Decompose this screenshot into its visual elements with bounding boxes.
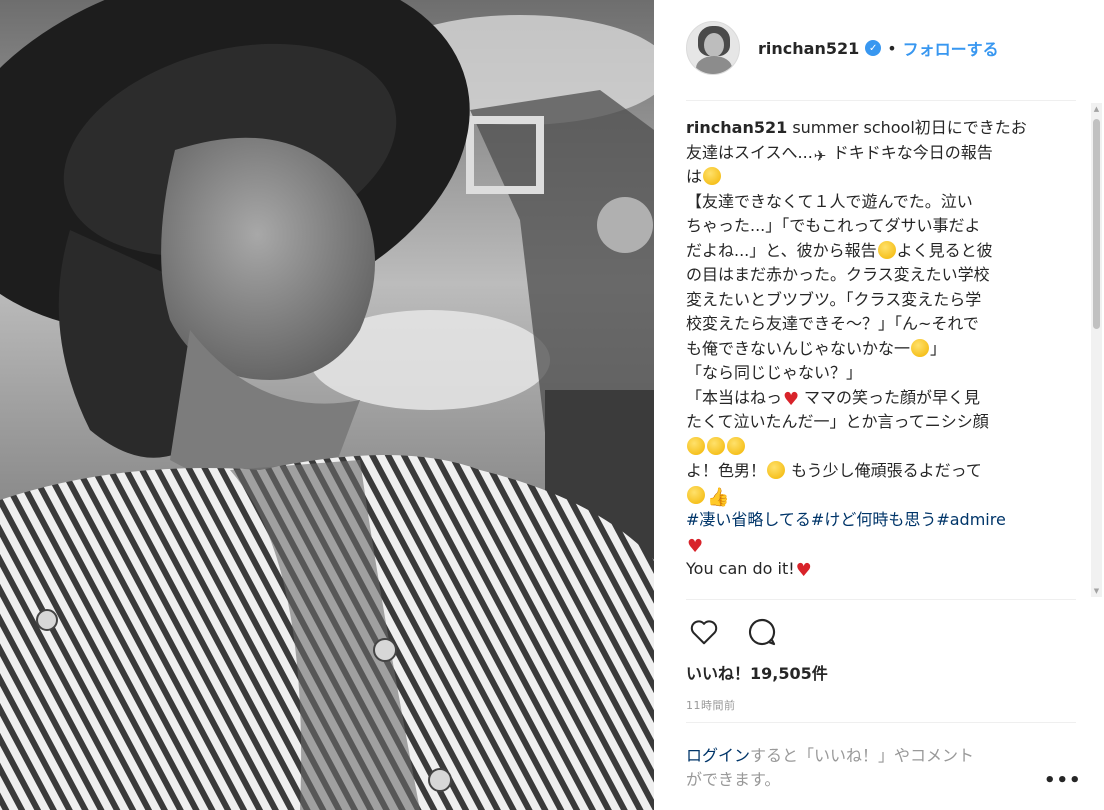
caption-line: よ！色男！	[686, 461, 767, 480]
login-prompt: ログインすると「いいね！」やコメント ができます。	[686, 744, 1036, 792]
login-link[interactable]: ログイン	[686, 746, 750, 765]
airplane-emoji-icon: ✈	[813, 146, 827, 165]
header-divider	[686, 100, 1076, 101]
like-button[interactable]	[686, 614, 722, 650]
laughing-emoji-icon	[767, 461, 786, 479]
scroll-thumb[interactable]	[1093, 119, 1100, 329]
caption-line: たくて泣いたんだ一」とか言ってニシシ顔	[686, 412, 989, 431]
laughing-emoji-icon	[911, 338, 930, 357]
caption-line: 「なら同じじゃない？」	[686, 363, 863, 382]
caption-line: ママの笑った顔が早く見	[804, 387, 981, 407]
thumbs-up-emoji-icon: 👍	[707, 486, 730, 508]
follow-button[interactable]: フォローする	[903, 36, 999, 60]
sunglasses-emoji-icon	[877, 240, 896, 259]
login-text: すると「いいね！」やコメント	[750, 746, 975, 765]
caption-line: 【友達できなくて１人で遊んでた。泣い	[686, 191, 973, 211]
caption-line: 友達はスイスへ...	[686, 142, 813, 162]
comment-button[interactable]	[744, 614, 780, 650]
scroll-up-arrow-icon[interactable]: ▲	[1091, 103, 1102, 115]
header-separator: •	[887, 38, 897, 58]
caption-line: もう少し俺頑張るよだって	[791, 461, 982, 480]
caption-line: だよね...」と、彼から報告	[686, 240, 877, 260]
action-bar	[686, 612, 780, 652]
heart-emoji-icon: ♥	[687, 535, 704, 557]
wink-emoji-icon	[687, 485, 705, 504]
caption-line: 校変えたら友達できそ～？」「ん~それで	[686, 314, 979, 333]
hashtags[interactable]: #凄い省略してる#けど何時も思う#admire	[686, 508, 1066, 533]
caption-line: summer school初日にできたお	[792, 118, 1027, 137]
heart-icon	[690, 620, 718, 645]
post-photo[interactable]	[0, 0, 654, 810]
flushed-emoji-icon	[687, 436, 705, 455]
photo-illustration	[0, 0, 654, 810]
post-panel: rinchan521 ✓ • フォローする rinchan521 summer …	[654, 0, 1104, 810]
caption-line: 変えたいとブツブツ。「クラス変えたら学	[686, 289, 982, 309]
caption: rinchan521 summer school初日にできたお 友達はスイスへ.…	[686, 116, 1066, 596]
scroll-down-arrow-icon[interactable]: ▼	[1091, 585, 1102, 597]
login-text: ができます。	[686, 770, 781, 789]
likes-label: いいね！	[686, 664, 751, 683]
caption-line: You can do it!	[686, 559, 795, 578]
caption-line: 」	[930, 338, 947, 358]
footer-divider	[686, 722, 1076, 723]
caption-line: よく見ると彼	[896, 240, 993, 260]
avatar[interactable]	[686, 21, 740, 75]
caption-line: の目はまだ赤かった。クラス変えたい学校	[686, 265, 990, 284]
likes-count[interactable]: いいね！19,505件	[686, 660, 828, 684]
heart-emoji-icon: ♥	[783, 388, 800, 410]
verified-badge-icon: ✓	[865, 40, 882, 56]
header-username[interactable]: rinchan521	[758, 39, 859, 58]
post-header: rinchan521 ✓ • フォローする	[686, 19, 1076, 77]
caption-divider	[686, 599, 1076, 600]
caption-line: も俺できないんじゃないかな一	[686, 338, 911, 358]
timestamp[interactable]: 11時間前	[686, 697, 736, 713]
likes-number: 19,505件	[750, 664, 828, 683]
caption-line: 「本当はねっ	[686, 387, 783, 407]
more-options-icon[interactable]: •••	[1044, 770, 1082, 791]
comment-bubble-icon	[748, 618, 776, 646]
caption-line: ドキドキな今日の報告	[832, 142, 993, 162]
heart-emoji-icon: ♥	[795, 560, 812, 581]
caption-username[interactable]: rinchan521	[686, 118, 787, 137]
sunglasses-emoji-icon	[703, 167, 722, 185]
tears-of-joy-emoji-icon	[727, 436, 745, 455]
caption-line: ちゃった...」「でもこれってダサい事だよ	[686, 216, 981, 235]
grin-emoji-icon	[707, 436, 725, 455]
caption-line: は	[686, 167, 703, 186]
caption-scrollbar[interactable]: ▲ ▼	[1091, 103, 1102, 597]
